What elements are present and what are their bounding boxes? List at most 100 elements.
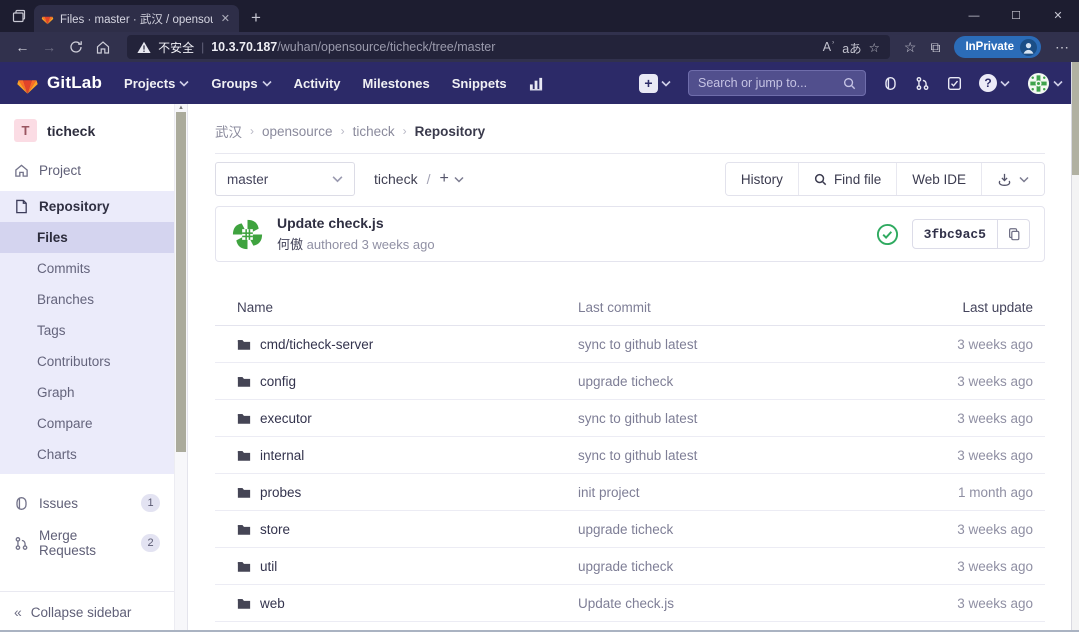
commit-sha[interactable]: 3fbc9ac5 [912, 219, 998, 249]
commit-message-link[interactable]: upgrade ticheck [578, 522, 895, 537]
file-name-link[interactable]: store [260, 522, 290, 537]
folder-icon [237, 523, 251, 536]
forward-icon[interactable]: → [37, 39, 62, 55]
nav-snippets[interactable]: Snippets [452, 76, 507, 91]
sidebar-item-charts[interactable]: Charts [0, 439, 174, 470]
nav-milestones[interactable]: Milestones [363, 76, 430, 91]
repo-root-link[interactable]: ticheck [374, 171, 418, 187]
table-row[interactable]: probes init project 1 month ago [215, 474, 1045, 511]
file-name-link[interactable]: config [260, 374, 296, 389]
issues-nav-icon[interactable] [883, 76, 898, 91]
commit-message-link[interactable]: upgrade ticheck [578, 374, 895, 389]
download-button[interactable] [981, 163, 1044, 195]
search-input[interactable] [698, 76, 843, 90]
user-menu[interactable] [1027, 72, 1063, 95]
tab-preview-icon[interactable] [12, 9, 26, 23]
table-row[interactable]: web Update check.js 3 weeks ago [215, 585, 1045, 622]
merge-requests-nav-icon[interactable] [915, 76, 930, 91]
statistics-chart-icon[interactable] [529, 76, 544, 91]
sidebar-item-merge-requests[interactable]: Merge Requests 2 [0, 520, 174, 566]
page-scrollbar-thumb[interactable] [1072, 62, 1079, 175]
back-icon[interactable]: ← [10, 39, 35, 55]
read-aloud-icon[interactable]: Aʾ [823, 40, 836, 54]
sidebar-item-commits[interactable]: Commits [0, 253, 174, 284]
sidebar-item-tags[interactable]: Tags [0, 315, 174, 346]
sidebar-item-issues[interactable]: Issues 1 [0, 486, 174, 520]
nav-projects[interactable]: Projects [124, 76, 189, 91]
browser-tab[interactable]: Files · master · 武汉 / opensourc ✕ [34, 5, 239, 32]
sidebar-item-branches[interactable]: Branches [0, 284, 174, 315]
table-row[interactable]: store upgrade ticheck 3 weeks ago [215, 511, 1045, 548]
scroll-up-arrow-icon[interactable]: ▲ [175, 105, 187, 111]
page-scrollbar[interactable] [1071, 62, 1079, 632]
sidebar-item-project[interactable]: Project [0, 155, 174, 186]
table-row[interactable]: internal sync to github latest 3 weeks a… [215, 437, 1045, 474]
chevron-down-icon [332, 175, 343, 183]
commit-message-link[interactable]: upgrade ticheck [578, 559, 895, 574]
nav-activity[interactable]: Activity [294, 76, 341, 91]
sidebar-scrollbar[interactable]: ▲ [174, 104, 188, 632]
sidebar-item-repository[interactable]: Repository [0, 191, 174, 222]
sidebar-item-graph[interactable]: Graph [0, 377, 174, 408]
file-name-link[interactable]: executor [260, 411, 312, 426]
security-label[interactable]: 不安全 [158, 39, 194, 56]
breadcrumb-project[interactable]: ticheck [353, 124, 395, 139]
tab-close-icon[interactable]: ✕ [219, 12, 232, 25]
sidebar-project-header[interactable]: T ticheck [0, 104, 174, 155]
commit-message-link[interactable]: init project [578, 485, 895, 500]
web-ide-button[interactable]: Web IDE [896, 163, 981, 195]
commit-title-link[interactable]: Update check.js [277, 215, 435, 231]
branch-selector[interactable]: master [215, 162, 355, 196]
window-close-button[interactable]: ✕ [1037, 0, 1079, 32]
history-button[interactable]: History [726, 163, 798, 195]
file-name-link[interactable]: cmd/ticheck-server [260, 337, 373, 352]
url-text[interactable]: 10.3.70.187/wuhan/opensource/ticheck/tre… [211, 40, 816, 54]
browser-menu-icon[interactable]: ⋯ [1055, 39, 1069, 56]
breadcrumb-separator: › [341, 124, 345, 138]
file-name-link[interactable]: util [260, 559, 277, 574]
home-icon[interactable] [90, 40, 115, 54]
collapse-sidebar-button[interactable]: « Collapse sidebar [0, 591, 174, 632]
copy-sha-button[interactable] [998, 219, 1030, 249]
nav-groups[interactable]: Groups [211, 76, 271, 91]
new-menu-button[interactable]: + [639, 74, 671, 93]
inprivate-badge[interactable]: InPrivate [954, 36, 1041, 58]
new-tab-button[interactable]: + [251, 8, 261, 28]
sidebar-item-contributors[interactable]: Contributors [0, 346, 174, 377]
table-row[interactable]: cmd/ticheck-server sync to github latest… [215, 326, 1045, 363]
file-name-link[interactable]: internal [260, 448, 304, 463]
file-name-link[interactable]: web [260, 596, 285, 611]
file-name-link[interactable]: probes [260, 485, 301, 500]
table-row[interactable]: util upgrade ticheck 3 weeks ago [215, 548, 1045, 585]
find-file-button[interactable]: Find file [798, 163, 896, 195]
help-menu[interactable]: ? [979, 74, 1010, 92]
chevron-down-icon [1000, 80, 1010, 87]
breadcrumb-group[interactable]: 武汉 [215, 121, 242, 141]
commit-author-link[interactable]: 何傲 [277, 237, 303, 252]
address-bar[interactable]: 不安全 | 10.3.70.187/wuhan/opensource/tiche… [127, 35, 890, 59]
breadcrumb-subgroup[interactable]: opensource [262, 124, 333, 139]
pipeline-status-passed-icon[interactable] [876, 223, 899, 246]
commit-message-link[interactable]: sync to github latest [578, 337, 895, 352]
table-row[interactable]: executor sync to github latest 3 weeks a… [215, 400, 1045, 437]
window-maximize-button[interactable]: ☐ [995, 0, 1037, 32]
add-file-button[interactable]: + [439, 170, 463, 188]
sidebar-item-label: Project [39, 163, 160, 178]
collections-icon[interactable]: ⧉ [930, 39, 940, 56]
add-favorite-icon[interactable]: ☆ [869, 40, 880, 55]
commit-message-link[interactable]: sync to github latest [578, 448, 895, 463]
translate-icon[interactable]: aあ [842, 38, 861, 57]
commit-message-link[interactable]: sync to github latest [578, 411, 895, 426]
favorites-bar-icon[interactable]: ☆ [904, 39, 917, 56]
todos-nav-icon[interactable] [947, 76, 962, 91]
table-row[interactable]: config upgrade ticheck 3 weeks ago [215, 363, 1045, 400]
gitlab-logo[interactable]: GitLab [16, 72, 102, 95]
sidebar-item-files[interactable]: Files [0, 222, 174, 253]
sidebar-scrollbar-thumb[interactable] [176, 112, 186, 452]
window-minimize-button[interactable]: — [953, 0, 995, 32]
sidebar-item-compare[interactable]: Compare [0, 408, 174, 439]
refresh-icon[interactable] [64, 40, 89, 54]
column-last-commit: Last commit [578, 300, 895, 315]
commit-message-link[interactable]: Update check.js [578, 596, 895, 611]
global-search[interactable] [688, 70, 866, 96]
